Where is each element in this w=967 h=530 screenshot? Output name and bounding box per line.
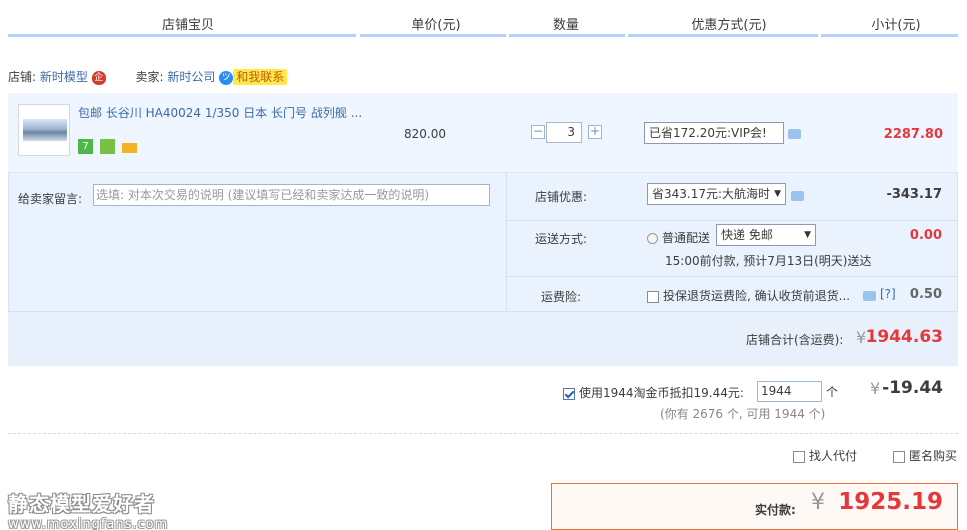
wangwang-chat-icon[interactable]: ツ: [219, 70, 234, 85]
qty-decrease-button[interactable]: −: [531, 125, 545, 139]
col-item: 店铺宝贝: [161, 18, 214, 33]
item-thumbnail[interactable]: [18, 104, 70, 156]
guarantee-icon[interactable]: [99, 139, 115, 154]
col-discount: 优惠方式(元): [691, 18, 767, 33]
col-subtotal: 小计(元): [871, 18, 921, 33]
header-underline: [8, 34, 356, 37]
item-title-link[interactable]: 包邮 长谷川 HA40024 1/350 日本 长门号 战列舰 ...: [78, 104, 362, 121]
final-payment-currency: ¥: [811, 490, 825, 515]
item-discount-select[interactable]: 已省172.20元:VIP会!: [644, 122, 784, 144]
section-divider: [8, 433, 958, 434]
ship-image: [23, 119, 67, 141]
insurance-option[interactable]: 投保退货运费险, 确认收货前退货...: [647, 287, 850, 304]
pay-by-friend-checkbox[interactable]: [793, 450, 805, 463]
shipping-method-select[interactable]: 快递 免邮 ▼: [716, 224, 816, 246]
unit-price: 820.00: [404, 127, 446, 141]
comment-icon[interactable]: [791, 191, 804, 201]
item-subtotal: 2287.80: [883, 127, 943, 142]
shop-name-link[interactable]: 新时模型: [40, 70, 88, 84]
insurance-text: 投保退货运费险, 确认收货前退货...: [663, 289, 851, 303]
shipping-option-label: 普通配送: [662, 231, 711, 245]
comment-icon[interactable]: [863, 291, 876, 301]
final-payment-value: 1925.19: [838, 489, 943, 515]
row-divider: [506, 276, 958, 277]
insurance-help-link[interactable]: [?]: [880, 287, 896, 301]
enterprise-badge-icon: 企: [91, 70, 106, 85]
coin-deduct-text: 使用1944淘金币抵扣19.44元:: [579, 386, 744, 400]
pay-by-friend-label: 找人代付: [809, 449, 858, 463]
anonymous-checkbox[interactable]: [893, 450, 905, 463]
header-underline: [821, 34, 958, 37]
anonymous-label: 匿名购买: [909, 449, 958, 463]
shop-discount-value: -343.17: [886, 187, 942, 202]
coin-unit: 个: [826, 385, 839, 399]
comment-icon[interactable]: [788, 129, 801, 139]
final-payment-label: 实付款:: [755, 503, 796, 517]
seller-name-link[interactable]: 新时公司: [167, 70, 215, 84]
shipping-method-selected: 快递 免邮: [721, 228, 773, 242]
insurance-fee: 0.50: [909, 287, 942, 302]
item-discount-value: 已省172.20元:VIP会!: [649, 126, 767, 140]
quantity-input[interactable]: 3: [546, 122, 582, 143]
coin-deduct-option[interactable]: 使用1944淘金币抵扣19.44元:: [563, 384, 744, 401]
seller-label: 卖家:: [135, 70, 164, 84]
coin-deduct-value: -19.44: [882, 378, 943, 398]
watermark-title: 静态模型爱好者: [8, 492, 155, 516]
shipping-radio[interactable]: [647, 233, 658, 244]
shop-info-row: 店铺: 新时模型 企 卖家: 新时公司 ツ和我联系: [8, 68, 288, 85]
shop-discount-select[interactable]: 省343.17元:大航海时 ▼: [647, 183, 786, 205]
header-underline: [509, 34, 625, 37]
coin-balance-note: (你有 2676 个, 可用 1944 个): [660, 407, 826, 421]
shop-discount-label: 店铺优惠:: [535, 190, 588, 204]
contact-seller-link[interactable]: 和我联系: [233, 69, 288, 85]
qty-increase-button[interactable]: +: [588, 125, 602, 139]
message-to-seller-input[interactable]: 选填: 对本次交易的说明 (建议填写已经和卖家达成一致的说明): [93, 184, 490, 206]
shop-discount-selected: 省343.17元:大航海时: [652, 187, 771, 201]
shop-label: 店铺:: [8, 70, 37, 84]
shop-total-value: 1944.63: [865, 327, 943, 347]
col-price: 单价(元): [411, 18, 461, 33]
col-qty: 数量: [552, 18, 579, 33]
shipping-option[interactable]: 普通配送: [647, 229, 710, 246]
watermark-url: www.moxingfans.com: [8, 517, 169, 530]
anonymous-purchase-option[interactable]: 匿名购买: [893, 447, 957, 464]
chevron-down-icon: ▼: [804, 230, 811, 240]
site-watermark: 静态模型爱好者 www.moxingfans.com: [8, 488, 168, 530]
pay-by-friend-option[interactable]: 找人代付: [793, 447, 857, 464]
coin-amount-input[interactable]: 1944: [757, 381, 822, 402]
header-underline: [628, 34, 818, 37]
shipping-eta: 15:00前付款, 预计7月13日(明天)送达: [665, 254, 872, 268]
chevron-down-icon: ▼: [774, 189, 781, 199]
panel-divider: [506, 173, 507, 311]
seven-day-return-icon[interactable]: 7: [78, 139, 93, 154]
message-label: 给卖家留言:: [18, 192, 83, 206]
insurance-checkbox[interactable]: [647, 290, 659, 303]
item-service-tags: 7: [78, 139, 140, 154]
shop-total-label: 店铺合计(含运费):: [746, 333, 844, 347]
coin-currency: ¥: [870, 379, 881, 398]
table-header: 店铺宝贝 单价(元) 数量 优惠方式(元) 小计(元): [8, 0, 958, 38]
coin-deduct-checkbox[interactable]: [563, 387, 575, 400]
shipping-label: 运送方式:: [535, 232, 588, 246]
shipping-fee: 0.00: [909, 228, 942, 243]
row-divider: [506, 220, 958, 221]
credit-card-icon[interactable]: [121, 142, 137, 153]
header-underline: [360, 34, 506, 37]
insurance-label: 运费险:: [541, 290, 582, 304]
